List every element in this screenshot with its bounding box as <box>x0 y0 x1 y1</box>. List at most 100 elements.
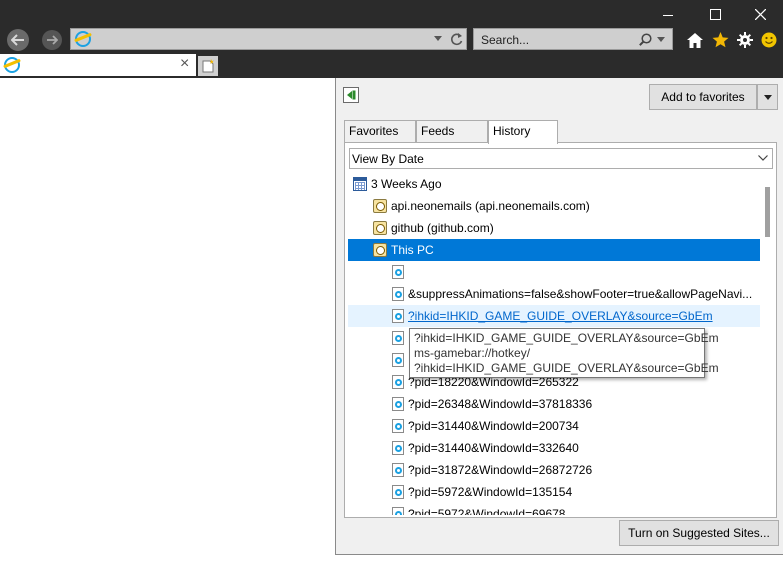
navigation-toolbar: Search... <box>0 28 783 52</box>
chevron-down-icon <box>758 155 768 161</box>
history-item-label: 3 Weeks Ago <box>371 177 442 191</box>
maximize-button[interactable] <box>692 0 738 28</box>
refresh-icon[interactable] <box>450 32 463 46</box>
view-by-select[interactable]: View By Date <box>349 148 773 169</box>
tab-history-label: History <box>493 124 531 138</box>
new-tab-icon <box>202 59 214 73</box>
tooltip-line: ?ihkid=IHKID_GAME_GUIDE_OVERLAY&source=G… <box>414 331 719 345</box>
add-to-favorites-dropdown[interactable] <box>757 84 778 110</box>
ie-page-icon <box>392 397 404 411</box>
ie-page-icon <box>392 265 404 279</box>
minimize-button[interactable] <box>645 0 691 28</box>
history-page-item[interactable]: ?pid=31872&WindowId=26872726 <box>392 459 758 481</box>
title-bar <box>0 0 783 28</box>
search-box[interactable]: Search... <box>473 28 673 50</box>
tab-bar: × <box>0 52 783 78</box>
scrollbar-thumb[interactable] <box>765 187 770 237</box>
forward-button[interactable] <box>39 28 65 52</box>
history-item-label: ?ihkid=IHKID_GAME_GUIDE_OVERLAY&source=G… <box>408 309 713 323</box>
ie-page-icon <box>392 463 404 477</box>
forward-arrow-icon <box>42 30 62 50</box>
history-page-item[interactable]: ?pid=31440&WindowId=200734 <box>392 415 758 437</box>
history-item-tooltip: ?ihkid=IHKID_GAME_GUIDE_OVERLAY&source=G… <box>409 328 719 378</box>
gear-icon <box>737 32 753 48</box>
favorites-button[interactable] <box>710 30 730 50</box>
search-dropdown-icon[interactable] <box>657 37 665 42</box>
tab-favorites-label: Favorites <box>349 124 399 138</box>
smiley-icon <box>761 32 777 48</box>
history-page-item[interactable]: ?pid=31440&WindowId=332640 <box>392 437 758 459</box>
tab-favorites[interactable]: Favorites <box>344 120 416 142</box>
history-site-github[interactable]: github (github.com) <box>373 217 758 239</box>
minimize-icon <box>663 14 673 16</box>
ie-logo-icon <box>4 57 20 73</box>
favorites-center-panel: Add to favorites Favorites Feeds History… <box>335 78 783 555</box>
close-window-button[interactable] <box>737 0 783 28</box>
pin-favorites-center-button[interactable] <box>343 87 359 103</box>
feedback-button[interactable] <box>759 30 779 50</box>
history-item-label: This PC <box>391 243 434 257</box>
history-site-icon <box>373 221 387 235</box>
maximize-icon <box>709 8 721 20</box>
ie-page-icon <box>392 375 404 389</box>
back-button[interactable] <box>5 28 31 52</box>
history-item-label: github (github.com) <box>391 221 494 235</box>
home-button[interactable] <box>685 30 705 50</box>
ie-page-icon <box>392 507 404 515</box>
history-page-item[interactable]: ?pid=26348&WindowId=37818336 <box>392 393 758 415</box>
tab-history[interactable]: History <box>488 120 558 144</box>
add-to-favorites-label: Add to favorites <box>661 90 745 104</box>
tab-feeds[interactable]: Feeds <box>416 120 488 142</box>
ie-page-icon <box>392 485 404 499</box>
ie-page-icon <box>392 353 404 367</box>
history-site-icon <box>373 243 387 257</box>
history-item-label: ?pid=31440&WindowId=332640 <box>408 441 579 455</box>
history-item-label: api.neonemails (api.neonemails.com) <box>391 199 590 213</box>
new-tab-button[interactable] <box>198 56 218 76</box>
back-arrow-icon <box>7 29 29 51</box>
history-item-label: ?pid=5972&WindowId=69678 <box>408 507 566 515</box>
pin-arrow-icon <box>347 90 356 100</box>
view-by-select-value: View By Date <box>352 152 424 166</box>
browser-tab[interactable]: × <box>0 54 196 76</box>
tooltip-line: ms-gamebar://hotkey/ <box>414 346 531 360</box>
address-input[interactable] <box>97 31 431 49</box>
history-item-label: ?pid=5972&WindowId=135154 <box>408 485 573 499</box>
history-page-item-hovered[interactable]: ?ihkid=IHKID_GAME_GUIDE_OVERLAY&source=G… <box>348 305 760 327</box>
tab-feeds-label: Feeds <box>421 124 455 138</box>
close-icon <box>754 8 766 20</box>
tab-close-icon[interactable]: × <box>180 56 189 72</box>
history-page-item[interactable]: ?pid=5972&WindowId=135154 <box>392 481 758 503</box>
history-page-item[interactable]: ?pid=5972&WindowId=69678 <box>392 503 758 515</box>
chevron-down-icon[interactable] <box>434 36 442 41</box>
add-to-favorites-button[interactable]: Add to favorites <box>649 84 757 110</box>
history-site-api-neonemails[interactable]: api.neonemails (api.neonemails.com) <box>373 195 758 217</box>
ie-page-icon <box>392 331 404 345</box>
suggested-sites-button[interactable]: Turn on Suggested Sites... <box>619 520 779 546</box>
search-icon[interactable] <box>639 33 652 46</box>
tools-button[interactable] <box>735 30 755 50</box>
ie-page-icon <box>392 441 404 455</box>
history-site-this-pc[interactable]: This PC <box>348 239 760 261</box>
history-item-label: ?pid=31440&WindowId=200734 <box>408 419 579 433</box>
history-item-label: &suppressAnimations=false&showFooter=tru… <box>408 287 753 301</box>
history-scrollbar[interactable] <box>762 173 774 515</box>
history-site-icon <box>373 199 387 213</box>
suggested-sites-label: Turn on Suggested Sites... <box>628 526 770 540</box>
history-group-3-weeks-ago[interactable]: 3 Weeks Ago <box>353 173 758 195</box>
search-input[interactable]: Search... <box>481 33 529 47</box>
chevron-down-icon <box>763 94 772 100</box>
ie-page-icon <box>392 419 404 433</box>
ie-page-icon <box>392 287 404 301</box>
address-bar[interactable] <box>70 28 467 50</box>
history-page-item[interactable] <box>392 261 758 283</box>
ie-logo-icon <box>75 31 91 47</box>
history-item-label: ?pid=26348&WindowId=37818336 <box>408 397 593 411</box>
history-page-item[interactable]: &suppressAnimations=false&showFooter=tru… <box>392 283 758 305</box>
history-item-label: ?pid=31872&WindowId=26872726 <box>408 463 593 477</box>
calendar-icon <box>353 177 367 191</box>
star-icon <box>712 32 728 48</box>
home-icon <box>687 32 703 48</box>
ie-page-icon <box>392 309 404 323</box>
tooltip-line: ?ihkid=IHKID_GAME_GUIDE_OVERLAY&source=G… <box>414 361 719 375</box>
